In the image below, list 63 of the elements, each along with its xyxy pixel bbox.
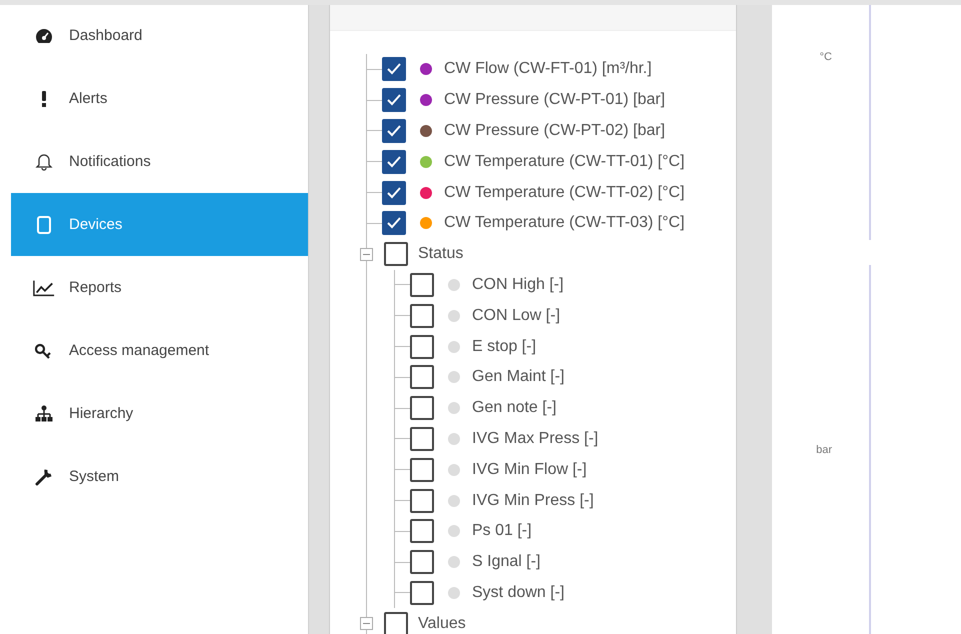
tree-item-label[interactable]: CW Temperature (CW-TT-03) [°C]	[444, 214, 685, 232]
collapse-icon[interactable]	[360, 617, 373, 630]
tree-item-label[interactable]: S Ignal [-]	[472, 553, 540, 572]
sidebar-item[interactable]: Alerts	[11, 67, 308, 130]
checkbox[interactable]	[410, 580, 434, 605]
tree-item-label[interactable]: CON Low [-]	[472, 306, 560, 325]
checkbox[interactable]	[410, 519, 434, 544]
tree-item-label[interactable]: CW Flow (CW-FT-01) [m³/hr.]	[444, 60, 652, 78]
sidebar-item[interactable]: Dashboard	[11, 4, 308, 67]
sidebar-item[interactable]: Hierarchy	[11, 382, 308, 445]
checkbox[interactable]	[382, 57, 406, 82]
tree-item-label[interactable]: CW Pressure (CW-PT-01) [bar]	[444, 91, 666, 110]
tree-item-label[interactable]: CON High [-]	[472, 276, 564, 294]
tree-item-label[interactable]: CW Pressure (CW-PT-02) [bar]	[444, 122, 666, 140]
check-icon	[386, 93, 402, 108]
axis-unit-label: °C	[820, 51, 832, 63]
sidebar-item[interactable]: Reports	[11, 256, 308, 319]
tree-item-label[interactable]: E stop [-]	[472, 338, 536, 356]
check-icon	[386, 62, 402, 76]
check-icon	[386, 124, 402, 138]
axis-unit-label: bar	[816, 444, 832, 456]
checkbox[interactable]	[384, 242, 408, 266]
checkbox[interactable]	[382, 118, 406, 143]
tree-group-label[interactable]: Status	[418, 245, 464, 264]
wrench-icon	[35, 468, 53, 486]
tree-item-label[interactable]: Gen Maint [-]	[472, 368, 564, 386]
tree-item-label[interactable]: Syst down [-]	[472, 584, 564, 602]
tree-item-label[interactable]: IVG Max Press [-]	[472, 430, 598, 448]
checkbox[interactable]	[410, 304, 434, 328]
checkbox[interactable]	[410, 426, 434, 451]
checkbox[interactable]	[410, 396, 434, 420]
checkbox[interactable]	[382, 180, 406, 205]
check-icon	[386, 154, 402, 169]
tree-item-label[interactable]: Gen note [-]	[472, 399, 556, 418]
tree-item-label[interactable]: Ps 01 [-]	[472, 522, 532, 540]
key-icon	[35, 342, 53, 358]
checkbox[interactable]	[382, 88, 406, 112]
checkbox[interactable]	[384, 612, 408, 634]
dashboard-icon	[35, 28, 53, 44]
tree-group-label[interactable]: Values	[418, 614, 466, 633]
hierarchy-icon	[35, 405, 53, 422]
line-chart-icon	[33, 278, 55, 296]
tablet-icon	[37, 216, 51, 234]
collapse-icon[interactable]	[360, 248, 373, 261]
checkbox[interactable]	[410, 365, 434, 390]
checkbox[interactable]	[410, 334, 434, 359]
tree-item-label[interactable]: IVG Min Flow [-]	[472, 460, 587, 479]
tree-item-label[interactable]: CW Temperature (CW-TT-02) [°C]	[444, 184, 685, 202]
checkbox[interactable]	[382, 150, 406, 174]
checkbox[interactable]	[410, 550, 434, 574]
checkbox[interactable]	[410, 488, 434, 513]
sidebar-item[interactable]: System	[11, 445, 308, 508]
bell-icon	[35, 152, 53, 170]
checkbox[interactable]	[410, 458, 434, 482]
checkbox[interactable]	[382, 211, 406, 236]
tree-item-label[interactable]: IVG Min Press [-]	[472, 492, 594, 510]
sidebar-item[interactable]: Access management	[11, 319, 308, 382]
sidebar-item[interactable]: Notifications	[11, 130, 308, 193]
checkbox[interactable]	[410, 272, 434, 297]
check-icon	[386, 186, 402, 200]
check-icon	[386, 216, 402, 230]
tree-item-label[interactable]: CW Temperature (CW-TT-01) [°C]	[444, 152, 685, 171]
exclamation-icon	[41, 90, 47, 106]
